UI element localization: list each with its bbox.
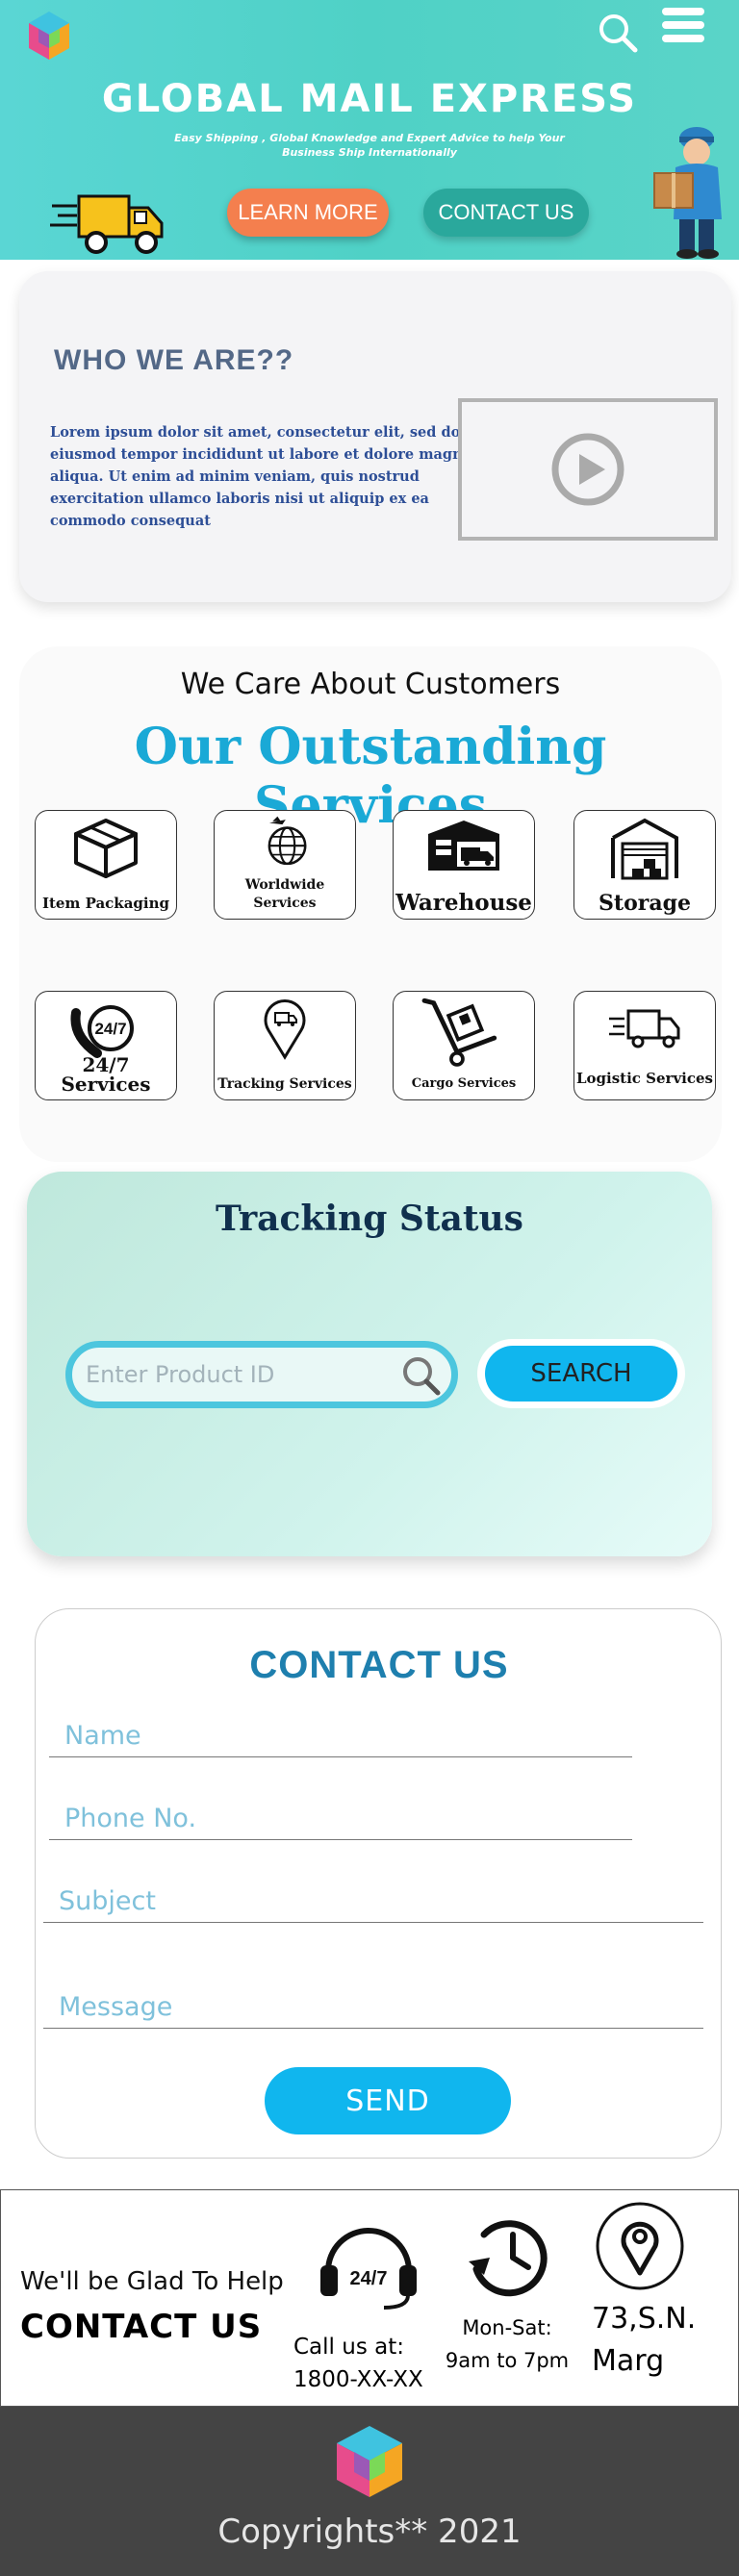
tracking-title: Tracking Status xyxy=(216,1199,523,1239)
phone-input[interactable] xyxy=(49,1798,632,1838)
site-title: GLOBAL MAIL EXPRESS xyxy=(101,77,638,121)
map-pin-truck-icon xyxy=(264,999,306,1060)
badge-247-text: 24/7 xyxy=(94,1020,126,1038)
business-hours: Mon-Sat: 9am to 7pm xyxy=(440,2311,574,2377)
who-we-are-section: WHO WE ARE?? Lorem ipsum dolor sit amet,… xyxy=(19,271,731,602)
service-label: Tracking Services xyxy=(217,1076,352,1092)
hand-truck-icon xyxy=(421,998,497,1067)
copyright-text: Copyrights** 2021 xyxy=(217,2513,522,2551)
hours-time: 9am to 7pm xyxy=(445,2349,570,2372)
service-item-logistic[interactable]: Logistic Services xyxy=(573,991,716,1100)
service-item-packaging[interactable]: Item Packaging xyxy=(35,810,177,920)
service-label: Cargo Services xyxy=(411,1076,517,1091)
product-id-input[interactable] xyxy=(86,1348,374,1402)
delivery-truck-icon xyxy=(609,1009,680,1048)
site-subtitle: Easy Shipping , Global Knowledge and Exp… xyxy=(174,132,565,159)
services-section: We Care About Customers Our Outstanding … xyxy=(19,646,722,1162)
video-player[interactable] xyxy=(458,398,718,541)
phone-field[interactable] xyxy=(49,1798,632,1840)
headset-247-icon: 24/7 xyxy=(320,2228,417,2310)
service-label: 24/7 Services xyxy=(61,1053,151,1096)
address-line-2: Marg xyxy=(592,2344,665,2378)
subject-field[interactable] xyxy=(43,1881,703,1923)
service-label: Storage xyxy=(599,891,691,916)
message-input[interactable] xyxy=(43,1986,703,2027)
hero-banner: GLOBAL MAIL EXPRESS Easy Shipping , Glob… xyxy=(0,0,739,260)
clock-icon xyxy=(469,2220,548,2297)
service-item-tracking[interactable]: Tracking Services xyxy=(214,991,356,1100)
who-title: WHO WE ARE?? xyxy=(54,344,294,376)
search-icon[interactable] xyxy=(401,1355,442,1396)
message-field[interactable] xyxy=(43,1986,703,2029)
cube-logo-icon[interactable] xyxy=(19,8,79,67)
hours-days: Mon-Sat: xyxy=(462,2316,552,2339)
service-item-worldwide[interactable]: Worldwide Services xyxy=(214,810,356,920)
delivery-truck-icon xyxy=(50,194,164,254)
address-line-1: 73,S.N. xyxy=(592,2302,697,2336)
box-icon xyxy=(74,819,138,878)
service-label: Worldwide Services xyxy=(244,877,325,911)
tracking-section: Tracking Status SEARCH xyxy=(27,1172,712,1556)
phone-247-icon: 24/7 xyxy=(70,1005,134,1058)
search-icon[interactable] xyxy=(597,12,639,54)
footer: Copyrights** 2021 xyxy=(0,2407,739,2576)
search-button[interactable]: SEARCH xyxy=(477,1339,685,1408)
product-id-search[interactable] xyxy=(65,1341,458,1408)
subject-input[interactable] xyxy=(43,1881,703,1921)
who-description: Lorem ipsum dolor sit amet, consectetur … xyxy=(50,424,472,529)
contact-info-bar: We'll be Glad To Help CONTACT US 24/7 Ca… xyxy=(0,2189,739,2407)
call-label: Call us at: xyxy=(293,2335,404,2360)
service-item-cargo[interactable]: Cargo Services xyxy=(393,991,535,1100)
hamburger-menu-icon[interactable] xyxy=(662,8,704,46)
warehouse-truck-icon xyxy=(428,821,499,871)
contact-us-button[interactable]: CONTACT US xyxy=(423,189,589,237)
contact-form: CONTACT US SEND xyxy=(35,1608,722,2159)
globe-plane-icon xyxy=(268,816,307,866)
courier-person-icon xyxy=(653,127,722,259)
service-label: Logistic Services xyxy=(576,1070,713,1087)
play-icon[interactable] xyxy=(549,431,626,508)
learn-more-button[interactable]: LEARN MORE xyxy=(227,189,389,237)
storage-icon xyxy=(611,818,678,880)
service-label: Item Packaging xyxy=(41,895,169,912)
location-pin-icon xyxy=(596,2202,684,2290)
services-tagline: We Care About Customers xyxy=(180,668,561,701)
service-item-warehouse[interactable]: Warehouse xyxy=(393,810,535,920)
service-label: Warehouse xyxy=(395,890,532,916)
service-item-storage[interactable]: Storage xyxy=(573,810,716,920)
info-contact-heading: CONTACT US xyxy=(20,2308,263,2346)
help-text: We'll be Glad To Help xyxy=(20,2267,284,2296)
name-field[interactable] xyxy=(49,1715,632,1757)
address-text: 73,S.N. Marg xyxy=(592,2298,736,2383)
contact-title: CONTACT US xyxy=(249,1644,509,1686)
search-button-label[interactable]: SEARCH xyxy=(485,1346,677,1402)
cube-logo-icon[interactable] xyxy=(327,2422,412,2499)
call-us-text[interactable]: Call us at: 1800-XX-XX xyxy=(293,2331,423,2396)
phone-number[interactable]: 1800-XX-XX xyxy=(293,2363,423,2396)
headset-badge-text: 24/7 xyxy=(350,2268,388,2289)
service-item-247[interactable]: 24/7 24/7 Services xyxy=(35,991,177,1100)
name-input[interactable] xyxy=(49,1715,632,1755)
send-button[interactable]: SEND xyxy=(265,2067,511,2134)
